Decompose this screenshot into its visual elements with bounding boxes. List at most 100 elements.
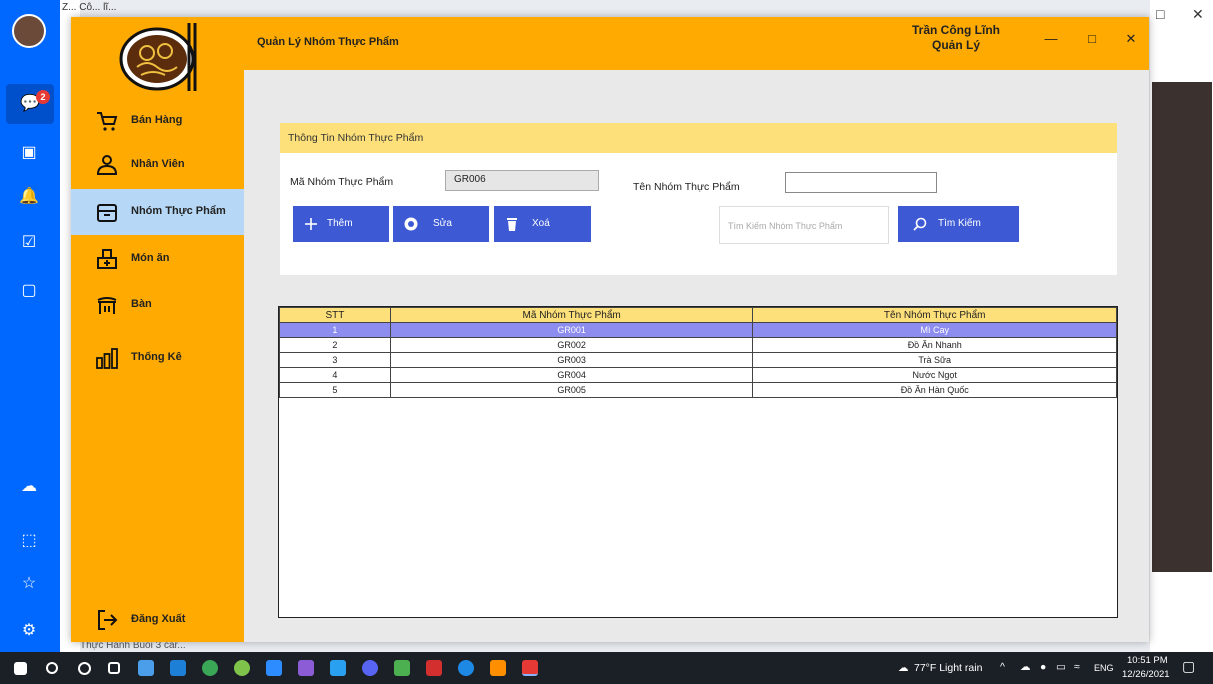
delete-button[interactable]: Xoá xyxy=(494,206,591,242)
search-input[interactable]: Tìm Kiếm Nhóm Thực Phẩm xyxy=(719,206,889,244)
table-cell: Đồ Ăn Hàn Quốc xyxy=(752,382,1117,398)
data-table: STT Mã Nhóm Thực Phẩm Tên Nhóm Thực Phẩm… xyxy=(278,306,1118,618)
sidebar-item-mon-an[interactable]: Món ăn xyxy=(71,236,244,282)
zalo-taskbar-icon[interactable] xyxy=(458,660,474,676)
info-panel: Thông Tin Nhóm Thực Phẩm Mã Nhóm Thực Ph… xyxy=(280,123,1117,275)
close-button[interactable]: ✕ xyxy=(1121,29,1141,49)
food-icon xyxy=(97,249,117,269)
chrome-icon[interactable] xyxy=(202,660,218,676)
weather-text[interactable]: 77°F Light rain xyxy=(914,662,982,674)
table-row[interactable]: 4 GR004 Nước Ngọt xyxy=(279,367,1117,383)
table-header-row: STT Mã Nhóm Thực Phẩm Tên Nhóm Thực Phẩm xyxy=(279,307,1117,323)
task-view-icon[interactable] xyxy=(108,662,120,674)
table-row[interactable]: 1 GR001 Mì Cay xyxy=(279,322,1117,338)
column-header-code[interactable]: Mã Nhóm Thực Phẩm xyxy=(389,307,754,323)
search-button[interactable]: Tìm Kiếm xyxy=(898,206,1019,242)
logout-icon xyxy=(98,610,118,630)
table-cell: GR004 xyxy=(389,367,754,383)
word-app-icon[interactable] xyxy=(426,660,442,676)
taskbar: ☁ 77°F Light rain ^ ☁ ● ▭ ≈ ENG 10:51 PM… xyxy=(0,652,1213,684)
contacts-icon[interactable]: ▣ xyxy=(18,142,40,164)
onedrive-icon[interactable]: ☁ xyxy=(1020,661,1031,673)
windows-start-icon[interactable] xyxy=(14,662,27,675)
sidebar-item-nhan-vien[interactable]: Nhân Viên xyxy=(71,142,244,188)
vscode-icon[interactable] xyxy=(330,660,346,676)
box-icon xyxy=(97,204,117,222)
browser-icon[interactable] xyxy=(234,660,250,676)
todo-icon[interactable]: ☑ xyxy=(18,232,40,254)
table-cell: 2 xyxy=(279,337,391,353)
table-cell: GR001 xyxy=(389,322,754,338)
avatar[interactable] xyxy=(12,14,46,48)
video-icon[interactable]: ▢ xyxy=(18,280,40,302)
sidebar-item-nhom-thuc-pham[interactable]: Nhóm Thực Phẩm xyxy=(71,189,244,235)
sidebar-item-label: Món ăn xyxy=(131,252,170,264)
table-cell: 3 xyxy=(279,352,391,368)
search-button-label: Tìm Kiếm xyxy=(938,218,981,229)
minimize-button[interactable]: — xyxy=(1041,29,1061,49)
zoom-icon[interactable] xyxy=(266,660,282,676)
table-cell: GR002 xyxy=(389,337,754,353)
search-taskbar-icon[interactable] xyxy=(46,662,58,674)
app-icon[interactable] xyxy=(394,660,410,676)
wifi-icon[interactable]: ≈ xyxy=(1074,661,1080,673)
cloud-icon[interactable]: ☁ xyxy=(18,476,40,498)
weather-cloud-icon: ☁ xyxy=(898,662,909,674)
sidebar-item-ban[interactable]: Bàn xyxy=(71,282,244,328)
microphone-icon[interactable]: ● xyxy=(1040,661,1046,673)
discord-icon[interactable] xyxy=(362,660,378,676)
sidebar-item-label: Bán Hàng xyxy=(131,114,183,126)
tray-chevron-icon[interactable]: ^ xyxy=(1000,661,1005,673)
table-icon xyxy=(97,297,117,314)
background-maximize-icon[interactable]: □ xyxy=(1156,6,1164,22)
table-cell: 4 xyxy=(279,367,391,383)
visual-studio-icon[interactable] xyxy=(298,660,314,676)
maximize-button[interactable]: □ xyxy=(1082,29,1102,49)
running-app-icon[interactable] xyxy=(522,660,538,676)
sidebar: Bán Hàng Nhân Viên Nhóm Thực Phẩm Món ăn… xyxy=(71,17,244,642)
file-explorer-icon[interactable] xyxy=(138,660,154,676)
notification-icon[interactable]: ▢ xyxy=(1182,658,1195,675)
gear-icon xyxy=(404,217,418,231)
bell-icon[interactable]: 🔔 xyxy=(18,186,40,208)
table-cell: 5 xyxy=(279,382,391,398)
user-name: Trần Công Lĩnh xyxy=(912,23,1000,37)
table-row[interactable]: 2 GR002 Đồ Ăn Nhanh xyxy=(279,337,1117,353)
logout-button[interactable]: Đăng Xuất xyxy=(71,597,244,643)
table-row[interactable]: 3 GR003 Trà Sữa xyxy=(279,352,1117,368)
clock-date[interactable]: 12/26/2021 xyxy=(1122,669,1170,680)
column-header-name[interactable]: Tên Nhóm Thực Phẩm xyxy=(752,307,1117,323)
info-panel-header: Thông Tin Nhóm Thực Phẩm xyxy=(280,123,1117,153)
code-label: Mã Nhóm Thực Phẩm xyxy=(290,176,394,188)
user-icon xyxy=(96,155,118,175)
table-row[interactable]: 5 GR005 Đồ Ăn Hàn Quốc xyxy=(279,382,1117,398)
sidebar-item-thong-ke[interactable]: Thống Kê xyxy=(71,335,244,381)
table-cell: Đồ Ăn Nhanh xyxy=(752,337,1117,353)
plus-icon xyxy=(305,218,317,230)
app-icon-2[interactable] xyxy=(490,660,506,676)
background-title: Z... Cô... lĩ... xyxy=(62,2,117,13)
code-field[interactable]: GR006 xyxy=(445,170,599,191)
star-icon[interactable]: ☆ xyxy=(18,573,40,595)
capture-icon[interactable]: ⬚ xyxy=(18,530,40,552)
background-close-icon[interactable]: ✕ xyxy=(1192,6,1204,23)
edit-button[interactable]: Sửa xyxy=(393,206,489,242)
add-button[interactable]: Thêm xyxy=(293,206,389,242)
column-header-stt[interactable]: STT xyxy=(279,307,391,323)
search-icon xyxy=(913,217,927,231)
language-indicator[interactable]: ENG xyxy=(1094,663,1114,673)
name-label: Tên Nhóm Thực Phẩm xyxy=(633,181,740,193)
sidebar-item-ban-hang[interactable]: Bán Hàng xyxy=(71,98,244,144)
settings-icon[interactable]: ⚙ xyxy=(18,620,40,642)
edit-button-label: Sửa xyxy=(433,218,452,229)
background-app-rail: 💬 2 ▣ 🔔 ☑ ▢ ☁ ⬚ ☆ ⚙ xyxy=(0,0,60,652)
chat-icon[interactable]: 💬 xyxy=(6,84,54,124)
sidebar-item-label: Bàn xyxy=(131,298,152,310)
app-window: Quản Lý Nhóm Thực Phẩm Trần Công Lĩnh Qu… xyxy=(71,17,1149,642)
battery-icon[interactable]: ▭ xyxy=(1056,661,1066,673)
clock-time[interactable]: 10:51 PM xyxy=(1127,655,1168,666)
mail-icon[interactable] xyxy=(170,660,186,676)
background-image xyxy=(1152,82,1212,572)
name-field[interactable] xyxy=(785,172,937,193)
cortana-icon[interactable] xyxy=(78,662,91,675)
